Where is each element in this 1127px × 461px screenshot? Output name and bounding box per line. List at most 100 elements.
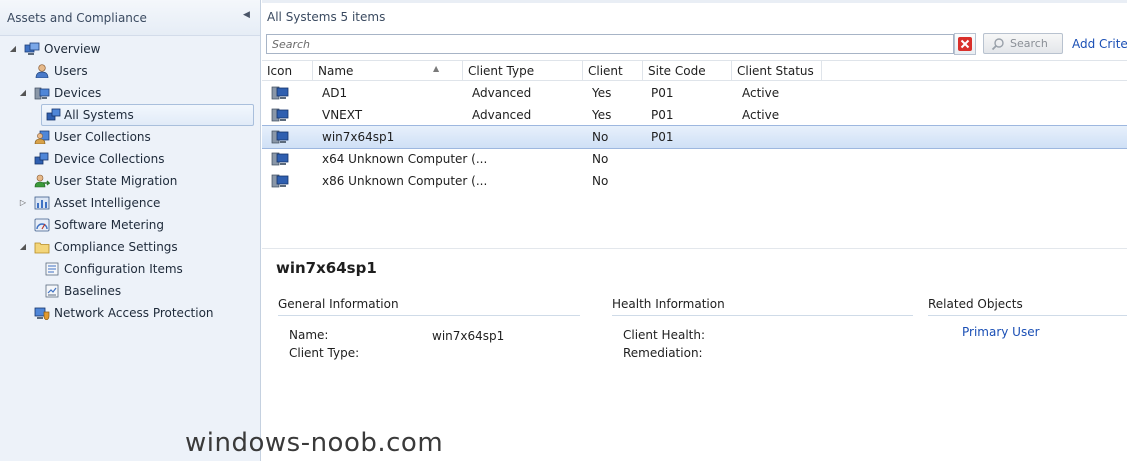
folder-icon bbox=[34, 242, 50, 254]
table-row[interactable]: AD1 Advanced Yes P01 Active bbox=[262, 82, 1127, 104]
device-collection-icon bbox=[34, 152, 49, 165]
tree-item-label: Baselines bbox=[64, 284, 122, 298]
table-row[interactable]: x86 Unknown Computer (... No bbox=[262, 170, 1127, 192]
cell-client: No bbox=[592, 152, 609, 166]
column-header-icon[interactable]: Icon bbox=[262, 61, 313, 81]
nav-title: Assets and Compliance bbox=[7, 11, 147, 25]
column-header-client[interactable]: Client bbox=[583, 61, 643, 81]
tree-item-devices[interactable]: ◢ Devices bbox=[0, 82, 258, 104]
nap-icon bbox=[34, 307, 50, 320]
name-label: Name: bbox=[289, 328, 329, 342]
cell-client: Yes bbox=[592, 86, 612, 100]
tree-item-software-metering[interactable]: Software Metering bbox=[0, 214, 258, 236]
tree-item-label: Overview bbox=[44, 42, 101, 56]
tree-item-user-state-migration[interactable]: User State Migration bbox=[0, 170, 258, 192]
top-stripe bbox=[262, 0, 1127, 3]
column-header-label: Name bbox=[318, 64, 354, 78]
tree-item-label: Device Collections bbox=[54, 152, 165, 166]
search-box[interactable] bbox=[266, 34, 954, 54]
column-header-client-status[interactable]: Client Status bbox=[732, 61, 822, 81]
tree-item-baselines[interactable]: Baselines bbox=[0, 280, 258, 302]
collapse-pane-icon[interactable]: ◀ bbox=[243, 10, 250, 20]
content-pane: All Systems 5 items Search Add Criteria … bbox=[262, 0, 1127, 461]
cell-client-status: Active bbox=[742, 108, 780, 122]
nav-header: Assets and Compliance ◀ bbox=[0, 0, 260, 36]
tree-item-label: Devices bbox=[54, 86, 102, 100]
cell-client-type: Advanced bbox=[472, 86, 532, 100]
tree-item-label: Users bbox=[54, 64, 88, 78]
tree-item-all-systems[interactable]: All Systems bbox=[41, 104, 254, 126]
collapsed-arrow-icon[interactable]: ▷ bbox=[18, 192, 28, 214]
baseline-icon bbox=[45, 284, 59, 298]
overview-icon bbox=[24, 42, 40, 55]
table-row[interactable]: VNEXT Advanced Yes P01 Active bbox=[262, 104, 1127, 126]
devices-icon bbox=[34, 87, 50, 100]
navigation-pane: Assets and Compliance ◀ ◢ Overview Users… bbox=[0, 0, 261, 461]
column-header-name[interactable]: ▲ Name bbox=[313, 61, 463, 81]
configuration-icon bbox=[45, 262, 59, 276]
tree-item-network-access-protection[interactable]: Network Access Protection bbox=[0, 302, 258, 324]
systems-icon bbox=[46, 108, 61, 121]
computer-icon bbox=[271, 86, 289, 100]
column-header-client-type[interactable]: Client Type bbox=[463, 61, 583, 81]
search-button[interactable]: Search bbox=[983, 33, 1063, 54]
table-row-selected[interactable]: win7x64sp1 No P01 bbox=[262, 125, 1127, 149]
tree-item-configuration-items[interactable]: Configuration Items bbox=[0, 258, 258, 280]
remediation-label: Remediation: bbox=[623, 346, 703, 360]
cell-name: x86 Unknown Computer (... bbox=[322, 174, 488, 188]
tree-item-user-collections[interactable]: User Collections bbox=[0, 126, 258, 148]
cell-name: x64 Unknown Computer (... bbox=[322, 152, 488, 166]
search-button-label: Search bbox=[1010, 37, 1048, 50]
search-icon bbox=[991, 38, 1004, 51]
detail-title: win7x64sp1 bbox=[276, 259, 377, 277]
user-icon bbox=[35, 64, 49, 78]
metering-icon bbox=[34, 218, 50, 232]
cell-name: win7x64sp1 bbox=[322, 130, 395, 144]
general-information-heading: General Information bbox=[278, 297, 580, 316]
computer-icon bbox=[271, 108, 289, 122]
primary-user-link[interactable]: Primary User bbox=[962, 325, 1040, 339]
tree-item-label: Compliance Settings bbox=[54, 240, 178, 254]
tree-item-overview[interactable]: ◢ Overview bbox=[0, 38, 258, 60]
column-header-row: Icon ▲ Name Client Type Client Site Code… bbox=[262, 60, 1127, 81]
tree-item-asset-intelligence[interactable]: ▷ Asset Intelligence bbox=[0, 192, 258, 214]
cell-client-status: Active bbox=[742, 86, 780, 100]
cell-client-type: Advanced bbox=[472, 108, 532, 122]
cell-client: No bbox=[592, 130, 609, 144]
tree-item-label: Software Metering bbox=[54, 218, 165, 232]
cell-client: Yes bbox=[592, 108, 612, 122]
cell-site-code: P01 bbox=[651, 86, 674, 100]
computer-icon bbox=[271, 152, 289, 166]
cell-site-code: P01 bbox=[651, 130, 674, 144]
tree-item-label: User Collections bbox=[54, 130, 151, 144]
sort-ascending-icon: ▲ bbox=[433, 64, 440, 73]
clear-search-button[interactable] bbox=[954, 33, 976, 55]
table-row[interactable]: x64 Unknown Computer (... No bbox=[262, 148, 1127, 170]
add-criteria-link[interactable]: Add Criteria bbox=[1072, 37, 1127, 51]
tree-item-label: Network Access Protection bbox=[54, 306, 214, 320]
tree-item-label: All Systems bbox=[64, 108, 134, 122]
asset-intelligence-icon bbox=[34, 196, 50, 210]
expand-arrow-icon[interactable]: ◢ bbox=[8, 38, 18, 60]
tree-item-users[interactable]: Users bbox=[0, 60, 258, 82]
tree-item-label: User State Migration bbox=[54, 174, 178, 188]
tree-item-label: Asset Intelligence bbox=[54, 196, 161, 210]
client-type-label: Client Type: bbox=[289, 346, 360, 360]
tree-item-device-collections[interactable]: Device Collections bbox=[0, 148, 258, 170]
cell-client: No bbox=[592, 174, 609, 188]
cell-site-code: P01 bbox=[651, 108, 674, 122]
computer-icon bbox=[271, 174, 289, 188]
cell-name: VNEXT bbox=[322, 108, 363, 122]
search-input[interactable] bbox=[267, 35, 953, 53]
related-objects-heading: Related Objects bbox=[928, 297, 1127, 316]
expand-arrow-icon[interactable]: ◢ bbox=[18, 82, 28, 104]
tree-item-label: Configuration Items bbox=[64, 262, 183, 276]
cell-name: AD1 bbox=[322, 86, 348, 100]
client-health-label: Client Health: bbox=[623, 328, 706, 342]
computer-icon bbox=[271, 130, 289, 144]
column-header-site-code[interactable]: Site Code bbox=[643, 61, 732, 81]
expand-arrow-icon[interactable]: ◢ bbox=[18, 236, 28, 258]
pane-splitter[interactable] bbox=[262, 248, 1127, 249]
health-information-heading: Health Information bbox=[612, 297, 913, 316]
tree-item-compliance-settings[interactable]: ◢ Compliance Settings bbox=[0, 236, 258, 258]
